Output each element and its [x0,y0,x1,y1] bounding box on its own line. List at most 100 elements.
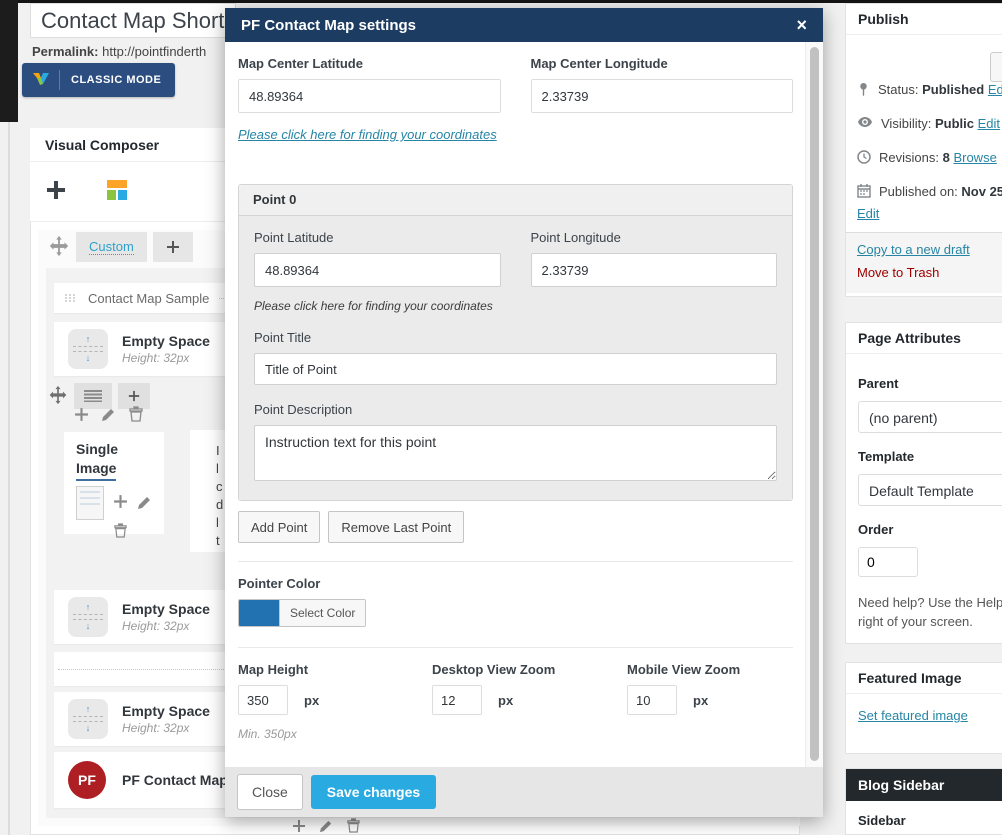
add-element-icon[interactable] [45,179,67,204]
dialog-header: PF Contact Map settings × [225,8,823,42]
permalink: Permalink: http://pointfinderth [32,44,224,59]
template-label: Template [858,449,1002,464]
select-color-button[interactable]: Select Color [279,600,365,626]
tab-custom[interactable]: Custom [76,232,147,262]
plus-icon[interactable] [292,819,306,835]
visibility-value: Public [935,116,974,131]
pointer-color-label: Pointer Color [238,576,793,591]
page-attributes-panel: Page Attributes Parent (no parent) Templ… [845,322,1002,644]
empty-space-icon: ↑↓ [68,597,108,637]
blog-sidebar-title: Blog Sidebar [846,769,1002,801]
revisions-label: Revisions: [879,150,939,165]
status-label: Status: [878,82,918,97]
find-coordinates-link[interactable]: Please click here for finding your coord… [238,127,497,142]
trash-icon[interactable] [114,526,127,541]
element-subtitle: Height: 32px [122,351,210,365]
published-on-row: Published on: Nov 25 [857,184,1002,201]
scrollbar-thumb[interactable] [810,47,819,761]
set-featured-image-link[interactable]: Set featured image [858,708,968,723]
pencil-icon[interactable] [319,818,334,835]
section-name-label: Contact Map Sample [88,291,209,306]
order-input[interactable] [858,547,918,577]
revisions-row: Revisions: 8 Browse [857,150,1002,167]
trash-icon[interactable] [129,406,143,425]
pencil-icon[interactable] [137,494,153,513]
color-picker-control[interactable]: Select Color [238,599,366,627]
classic-mode-button[interactable]: CLASSIC MODE [22,63,175,97]
left-divider [8,122,10,835]
map-height-input[interactable] [238,685,288,715]
visibility-row: Visibility: Public Edit [857,116,1002,131]
vc-tab-row: Custom [48,232,193,262]
classic-mode-label: CLASSIC MODE [71,74,161,86]
save-changes-button[interactable]: Save changes [311,775,436,809]
point-latitude-input[interactable] [254,253,501,287]
map-height-label: Map Height [238,662,432,677]
point-longitude-input[interactable] [531,253,778,287]
featured-image-panel: Featured Image Set featured image [845,662,1002,754]
permalink-url[interactable]: http://pointfinderth [102,44,206,59]
column-controls [292,818,360,835]
published-edit-link[interactable]: Edit [857,206,879,221]
trash-icon[interactable] [347,818,360,835]
column-controls [74,406,143,425]
parent-label: Parent [858,376,1002,391]
templates-icon[interactable] [105,178,129,205]
color-swatch[interactable] [239,600,279,626]
move-to-trash-link[interactable]: Move to Trash [857,265,939,280]
element-subtitle: Height: 32px [122,619,210,633]
map-center-latitude-input[interactable] [238,79,501,113]
order-label: Order [858,522,1002,537]
element-title: PF Contact Map [122,772,228,788]
mobile-view-zoom-input[interactable] [627,685,677,715]
preview-changes-button[interactable] [990,52,1002,82]
move-tab-icon[interactable] [48,235,70,260]
empty-space-icon: ↑↓ [68,699,108,739]
map-center-longitude-input[interactable] [531,79,794,113]
pencil-icon[interactable] [101,406,117,425]
revisions-value: 8 [943,150,950,165]
template-select[interactable]: Default Template [858,474,1002,506]
visibility-edit-link[interactable]: Edit [978,116,1000,131]
revisions-browse-link[interactable]: Browse [953,150,996,165]
publish-panel-footer: Copy to a new draft Move to Trash [846,232,1002,293]
empty-space-icon: ↑↓ [68,329,108,369]
element-subtitle: Height: 32px [122,721,210,735]
tab-add-section[interactable] [153,232,193,262]
eye-icon [857,116,873,131]
move-row-icon[interactable] [48,385,68,408]
map-center-latitude-label: Map Center Latitude [238,56,501,71]
remove-last-point-button[interactable]: Remove Last Point [328,511,464,543]
tab-custom-label: Custom [89,239,134,255]
help-text-line1: Need help? Use the Help [858,595,1002,610]
page-attributes-title: Page Attributes [846,323,1002,354]
single-image-line1: Single [76,440,164,459]
parent-select[interactable]: (no parent) [858,401,1002,433]
element-title: Empty Space [122,333,210,349]
point-title-input[interactable] [254,353,777,385]
plus-icon[interactable] [113,494,128,512]
mobile-view-zoom-unit: px [693,693,708,708]
drag-dots-icon[interactable] [64,291,78,306]
post-title-input[interactable]: Contact Map Short [30,3,236,38]
copy-to-new-draft-link[interactable]: Copy to a new draft [857,242,970,257]
close-icon[interactable]: × [796,16,807,34]
find-coordinates-note: Please click here for finding your coord… [254,299,777,313]
featured-image-title: Featured Image [846,663,1002,694]
pf-contact-map-settings-dialog: PF Contact Map settings × Map Center Lat… [225,8,823,817]
desktop-view-zoom-label: Desktop View Zoom [432,662,627,677]
wordpress-editor-screen: Contact Map Short Permalink: http://poin… [0,0,1002,835]
close-button[interactable]: Close [237,774,303,810]
status-edit-link[interactable]: Edit [988,82,1002,97]
image-thumbnail[interactable] [76,486,104,520]
single-image-element[interactable]: Single Image [64,432,164,534]
desktop-view-zoom-input[interactable] [432,685,482,715]
mobile-view-zoom-label: Mobile View Zoom [627,662,793,677]
plus-icon[interactable] [74,407,89,425]
dialog-scrollbar[interactable] [805,42,823,767]
add-point-button[interactable]: Add Point [238,511,320,543]
divider [238,561,793,562]
min-height-note: Min. 350px [238,727,793,741]
point-description-textarea[interactable]: Instruction text for this point [254,425,777,481]
map-center-longitude-label: Map Center Longitude [531,56,794,71]
